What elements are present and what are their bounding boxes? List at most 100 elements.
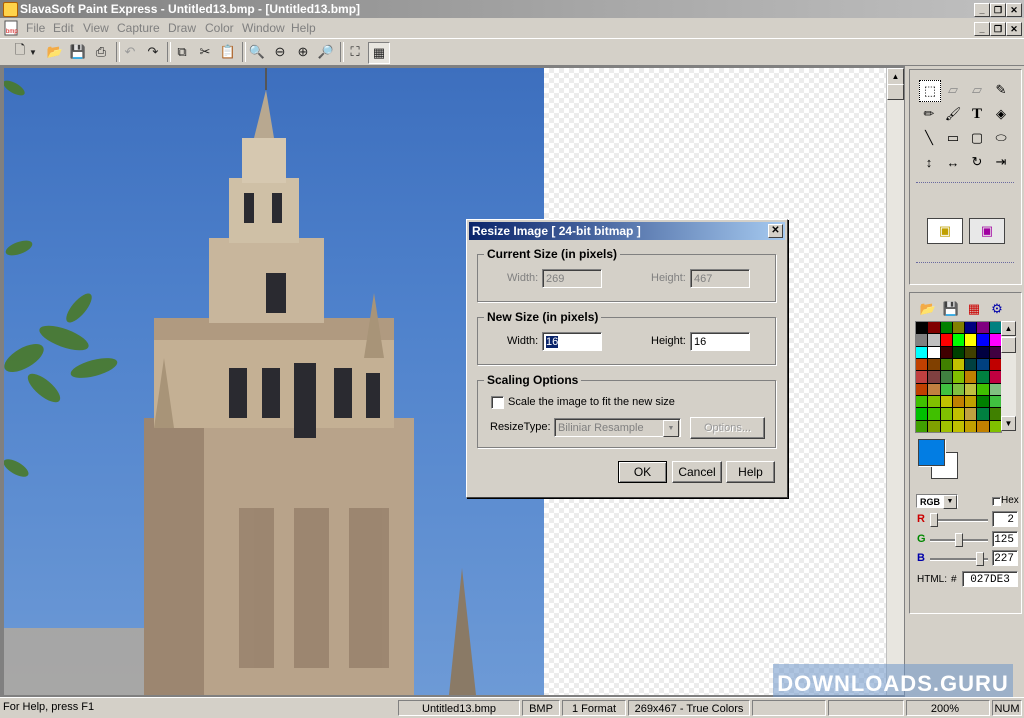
menu-file[interactable]: File: [26, 21, 45, 35]
fill-icon[interactable]: ◈: [991, 104, 1011, 124]
menu-view[interactable]: View: [83, 21, 109, 35]
palette-swatch[interactable]: [928, 383, 940, 395]
palette-swatch[interactable]: [916, 346, 928, 358]
open-icon[interactable]: 📂: [45, 42, 65, 62]
new-icon[interactable]: 🗋: [10, 42, 30, 62]
mdi-close-button[interactable]: ✕: [1006, 22, 1022, 36]
palette-swatch[interactable]: [977, 395, 989, 408]
palette-swatch[interactable]: [989, 395, 1001, 408]
scroll-up-icon[interactable]: ▲: [887, 68, 904, 85]
grid-icon[interactable]: ▦: [368, 42, 390, 64]
chevron-down-icon[interactable]: ▼: [943, 495, 957, 509]
palette-swatch[interactable]: [977, 358, 989, 371]
palette-swatch[interactable]: [940, 395, 952, 408]
palette-swatch[interactable]: [952, 334, 965, 346]
opaque-mode-icon[interactable]: ▣: [927, 218, 963, 244]
palette-swatch[interactable]: [928, 395, 940, 408]
palette-swatch[interactable]: [965, 395, 977, 408]
palette-swatch[interactable]: [989, 322, 1001, 334]
palette-swatch[interactable]: [928, 408, 940, 420]
palette-swatch[interactable]: [916, 358, 928, 371]
palette-swatch[interactable]: [916, 322, 928, 334]
ellipse-icon[interactable]: ⬭: [991, 128, 1011, 148]
menu-edit[interactable]: Edit: [53, 21, 74, 35]
color-palette[interactable]: [915, 321, 1002, 433]
eyedropper-icon[interactable]: ✎: [991, 80, 1011, 100]
html-color-field[interactable]: 027DE3: [962, 571, 1018, 587]
eraser-icon[interactable]: ▱: [943, 80, 963, 100]
r-slider[interactable]: [930, 519, 988, 522]
scale-to-fit-checkbox[interactable]: [491, 396, 504, 409]
palette-swatch[interactable]: [928, 358, 940, 371]
rounded-rect-icon[interactable]: ▢: [967, 128, 987, 148]
palette-swatch[interactable]: [916, 371, 928, 383]
redo-icon[interactable]: ↷: [143, 42, 163, 62]
zoom-in-icon[interactable]: ⊕: [293, 42, 313, 62]
ok-button[interactable]: OK: [618, 461, 667, 483]
palette-swatch[interactable]: [989, 408, 1001, 420]
palette-swatch[interactable]: [952, 408, 965, 420]
brush-icon[interactable]: 🖌: [943, 104, 963, 124]
flip-vertical-icon[interactable]: ↕: [919, 152, 939, 172]
palette-settings-icon[interactable]: ⚙: [987, 299, 1007, 319]
palette-swatch[interactable]: [989, 420, 1001, 432]
palette-swatch[interactable]: [965, 322, 977, 334]
palette-swatch[interactable]: [940, 358, 952, 371]
palette-swatch[interactable]: [965, 334, 977, 346]
palette-swatch[interactable]: [952, 358, 965, 371]
cut-icon[interactable]: ✂: [195, 42, 215, 62]
palette-swatch[interactable]: [989, 383, 1001, 395]
copy-icon[interactable]: ⧉: [172, 42, 192, 62]
dialog-close-icon[interactable]: ✕: [768, 224, 783, 238]
palette-swatch[interactable]: [965, 371, 977, 383]
minimize-button[interactable]: _: [974, 3, 990, 17]
palette-swatch[interactable]: [928, 420, 940, 432]
menu-draw[interactable]: Draw: [168, 21, 196, 35]
new-dropdown-icon[interactable]: ▼: [28, 42, 38, 62]
mdi-restore-button[interactable]: ❐: [990, 22, 1006, 36]
palette-swatch[interactable]: [977, 420, 989, 432]
document-icon[interactable]: bmp: [3, 20, 19, 36]
new-height-input[interactable]: 16: [690, 332, 750, 351]
color-eraser-icon[interactable]: ▱: [967, 80, 987, 100]
paste-icon[interactable]: 📋: [218, 42, 238, 62]
palette-swatch[interactable]: [928, 334, 940, 346]
hex-checkbox[interactable]: [992, 497, 1001, 506]
resize-icon[interactable]: ⇥: [991, 152, 1011, 172]
palette-swatch[interactable]: [989, 371, 1001, 383]
color-mode-select[interactable]: RGB ▼: [916, 494, 958, 509]
zoom-out-icon[interactable]: ⊖: [270, 42, 290, 62]
palette-scrollbar[interactable]: ▲ ▼: [1001, 321, 1016, 431]
palette-swatch[interactable]: [928, 322, 940, 334]
palette-swatch[interactable]: [940, 334, 952, 346]
palette-swatch[interactable]: [977, 322, 989, 334]
palette-swatch[interactable]: [977, 408, 989, 420]
zoom-fit-icon[interactable]: 🔎: [316, 42, 336, 62]
text-tool-icon[interactable]: T: [967, 104, 987, 124]
palette-swatch[interactable]: [916, 334, 928, 346]
mdi-minimize-button[interactable]: _: [974, 22, 990, 36]
rotate-icon[interactable]: ↻: [967, 152, 987, 172]
palette-grid-icon[interactable]: ▦: [964, 299, 984, 319]
palette-swatch[interactable]: [977, 383, 989, 395]
close-button[interactable]: ✕: [1006, 3, 1022, 17]
menu-help[interactable]: Help: [291, 21, 316, 35]
palette-swatch[interactable]: [952, 395, 965, 408]
r-slider-thumb[interactable]: [930, 513, 939, 527]
palette-swatch[interactable]: [977, 334, 989, 346]
palette-swatch[interactable]: [940, 322, 952, 334]
crop-icon[interactable]: ⛶: [345, 42, 365, 62]
save-palette-icon[interactable]: 💾: [941, 299, 961, 319]
palette-swatch[interactable]: [940, 346, 952, 358]
undo-icon[interactable]: ↶: [120, 42, 140, 62]
g-value-field[interactable]: 125: [992, 531, 1018, 547]
palette-swatch[interactable]: [952, 420, 965, 432]
cancel-button[interactable]: Cancel: [672, 461, 722, 483]
palette-swatch[interactable]: [940, 383, 952, 395]
r-value-field[interactable]: 2: [992, 511, 1018, 527]
palette-swatch[interactable]: [977, 346, 989, 358]
palette-swatch[interactable]: [965, 420, 977, 432]
palette-swatch[interactable]: [940, 420, 952, 432]
palette-swatch[interactable]: [952, 371, 965, 383]
b-value-field[interactable]: 227: [992, 550, 1018, 566]
